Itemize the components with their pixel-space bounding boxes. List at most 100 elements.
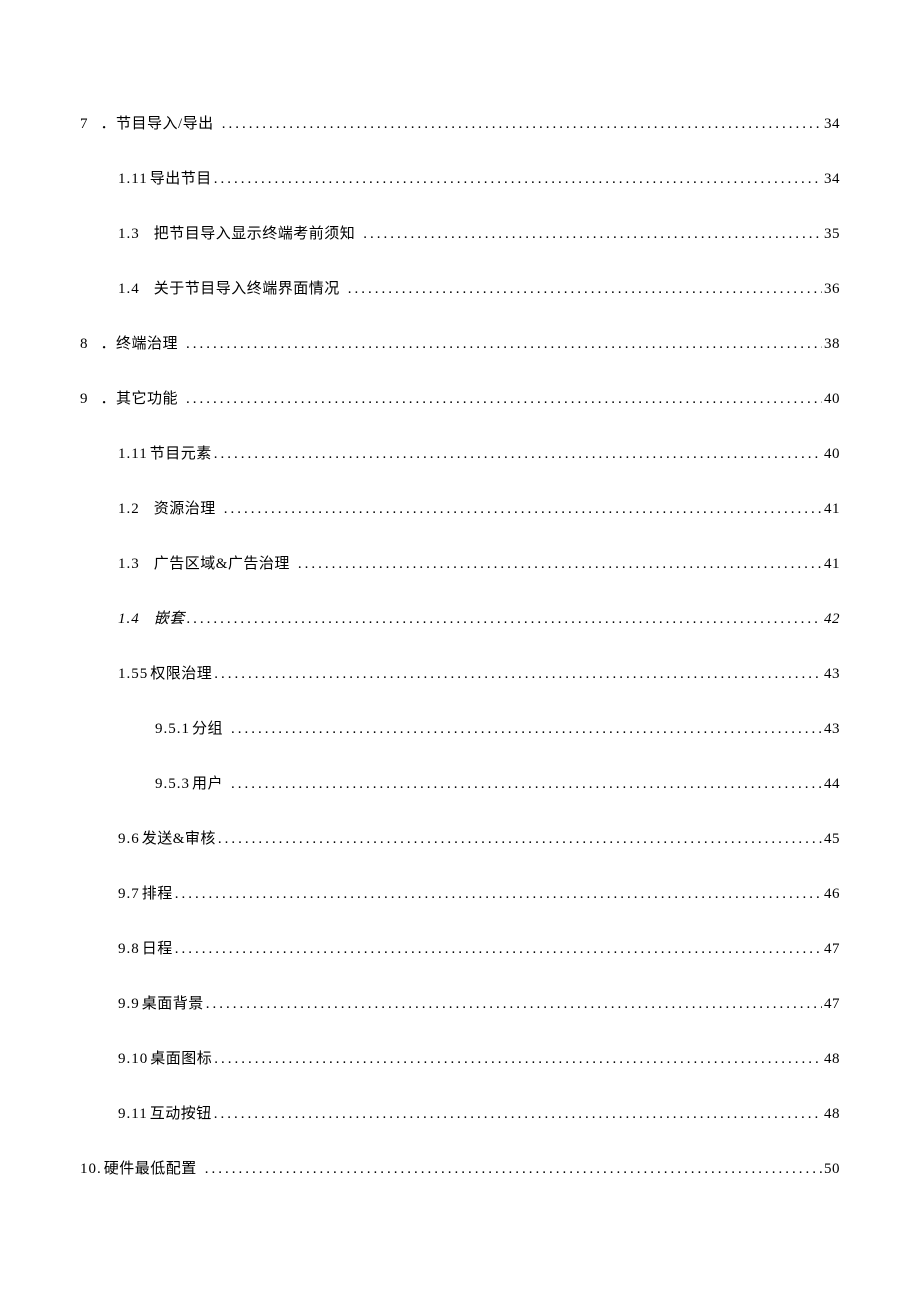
toc-title: 关于节目导入终端界面情况 <box>154 281 340 297</box>
toc-label: 1.3 把节目导入显示终端考前须知 <box>118 225 361 243</box>
toc-number: 8 <box>80 335 89 353</box>
toc-separator: ． <box>101 391 117 407</box>
toc-title: 权限治理 <box>150 666 212 682</box>
toc-entry: 1.3 广告区域&广告治理 41 <box>80 555 840 573</box>
toc-entry: 7．节目导入/导出 34 <box>80 115 840 133</box>
toc-title: 嵌套 <box>154 611 185 627</box>
toc-leader-dots <box>206 995 822 1013</box>
toc-page-number: 34 <box>824 170 840 188</box>
toc-page-number: 45 <box>824 830 840 848</box>
toc-page-number: 34 <box>824 115 840 133</box>
toc-page-number: 36 <box>824 280 840 298</box>
toc-label: 9.8日程 <box>118 940 173 958</box>
toc-label: 1.11导出节目 <box>118 170 212 188</box>
toc-page-number: 48 <box>824 1050 840 1068</box>
toc-number: 9.5.3 <box>155 775 190 793</box>
toc-number: 9.8 <box>118 940 140 958</box>
toc-entry: 9.11互动按钮48 <box>80 1105 840 1123</box>
toc-leader-dots <box>363 225 822 243</box>
toc-title: 节目元素 <box>150 446 212 462</box>
toc-label: 9 ．其它功能 <box>80 390 184 408</box>
toc-number: 1.2 <box>118 500 140 518</box>
toc-leader-dots <box>222 115 822 133</box>
toc-title: 硬件最低配置 <box>104 1161 197 1177</box>
toc-number: 9.7 <box>118 885 140 903</box>
toc-title: 节目导入/导出 <box>116 116 214 132</box>
toc-leader-dots <box>218 830 822 848</box>
toc-number: 1.4 <box>118 610 140 628</box>
toc-label: 9.5.3用户 <box>155 775 229 793</box>
toc-leader-dots <box>214 1050 822 1068</box>
toc-number: 9.10 <box>118 1050 148 1068</box>
toc-leader-dots <box>205 1160 822 1178</box>
toc-title: 日程 <box>142 941 173 957</box>
toc-number: 9 <box>80 390 89 408</box>
toc-page-number: 43 <box>824 665 840 683</box>
toc-label: 9.10桌面图标 <box>118 1050 212 1068</box>
toc-separator: ． <box>101 116 117 132</box>
toc-entry: 1.4 关于节目导入终端界面情况 36 <box>80 280 840 298</box>
toc-entry: 9.5.3用户44 <box>80 775 840 793</box>
toc-number: 1.3 <box>118 555 140 573</box>
toc-leader-dots <box>214 665 822 683</box>
toc-page-number: 40 <box>824 445 840 463</box>
toc-number: 9.9 <box>118 995 140 1013</box>
toc-number: 10. <box>80 1160 102 1178</box>
toc-title: 发送&审核 <box>142 831 216 847</box>
toc-page-number: 46 <box>824 885 840 903</box>
toc-entry: 9.7排程 46 <box>80 885 840 903</box>
toc-page-number: 38 <box>824 335 840 353</box>
toc-title: 其它功能 <box>116 391 178 407</box>
toc-label: 1.3 广告区域&广告治理 <box>118 555 296 573</box>
toc-label: 9.9桌面背景 <box>118 995 204 1013</box>
toc-entry: 9.8日程 47 <box>80 940 840 958</box>
toc-label: 1.4 关于节目导入终端界面情况 <box>118 280 346 298</box>
toc-page: 7．节目导入/导出341.11导出节目341.3把节目导入显示终端考前须知351… <box>0 0 920 1178</box>
toc-label: 1.11节目元素 <box>118 445 212 463</box>
toc-title: 桌面背景 <box>142 996 204 1012</box>
toc-page-number: 50 <box>824 1160 840 1178</box>
toc-label: 8．终端治理 <box>80 335 184 353</box>
toc-entry: 1.4嵌套42 <box>80 610 840 628</box>
toc-entry: 9.10桌面图标 48 <box>80 1050 840 1068</box>
toc-title: 导出节目 <box>150 171 212 187</box>
toc-leader-dots <box>231 775 822 793</box>
toc-leader-dots <box>348 280 822 298</box>
toc-entry: 9.5.1分组 43 <box>80 720 840 738</box>
toc-leader-dots <box>231 720 822 738</box>
toc-leader-dots <box>186 390 822 408</box>
toc-page-number: 47 <box>824 940 840 958</box>
toc-leader-dots <box>298 555 822 573</box>
toc-entry: 10.硬件最低配置 50 <box>80 1160 840 1178</box>
toc-page-number: 40 <box>824 390 840 408</box>
toc-leader-dots <box>214 445 822 463</box>
toc-page-number: 47 <box>824 995 840 1013</box>
toc-entry: 1.55权限治理 43 <box>80 665 840 683</box>
toc-page-number: 43 <box>824 720 840 738</box>
toc-label: 7．节目导入/导出 <box>80 115 220 133</box>
toc-number: 1.11 <box>118 445 148 463</box>
toc-title: 分组 <box>192 721 223 737</box>
toc-label: 9.5.1分组 <box>155 720 229 738</box>
toc-leader-dots <box>187 610 822 628</box>
toc-page-number: 41 <box>824 500 840 518</box>
toc-number: 1.4 <box>118 280 140 298</box>
toc-title: 排程 <box>142 886 173 902</box>
toc-entry: 1.11导出节目 34 <box>80 170 840 188</box>
toc-title: 广告区域&广告治理 <box>154 556 290 572</box>
toc-number: 9.5.1 <box>155 720 190 738</box>
toc-entry: 1.11节目元素 40 <box>80 445 840 463</box>
toc-title: 桌面图标 <box>150 1051 212 1067</box>
toc-title: 把节目导入显示终端考前须知 <box>154 226 356 242</box>
toc-number: 1.3 <box>118 225 140 243</box>
toc-entry: 8．终端治理 38 <box>80 335 840 353</box>
toc-title: 资源治理 <box>154 501 216 517</box>
toc-page-number: 41 <box>824 555 840 573</box>
toc-entry: 9 ．其它功能 40 <box>80 390 840 408</box>
toc-list: 7．节目导入/导出341.11导出节目341.3把节目导入显示终端考前须知351… <box>80 115 840 1178</box>
toc-label: 9.7排程 <box>118 885 173 903</box>
toc-label: 1.4 嵌套 <box>118 610 185 628</box>
toc-number: 1.55 <box>118 665 148 683</box>
toc-number: 9.11 <box>118 1105 148 1123</box>
toc-label: 9.6发送&审核 <box>118 830 216 848</box>
